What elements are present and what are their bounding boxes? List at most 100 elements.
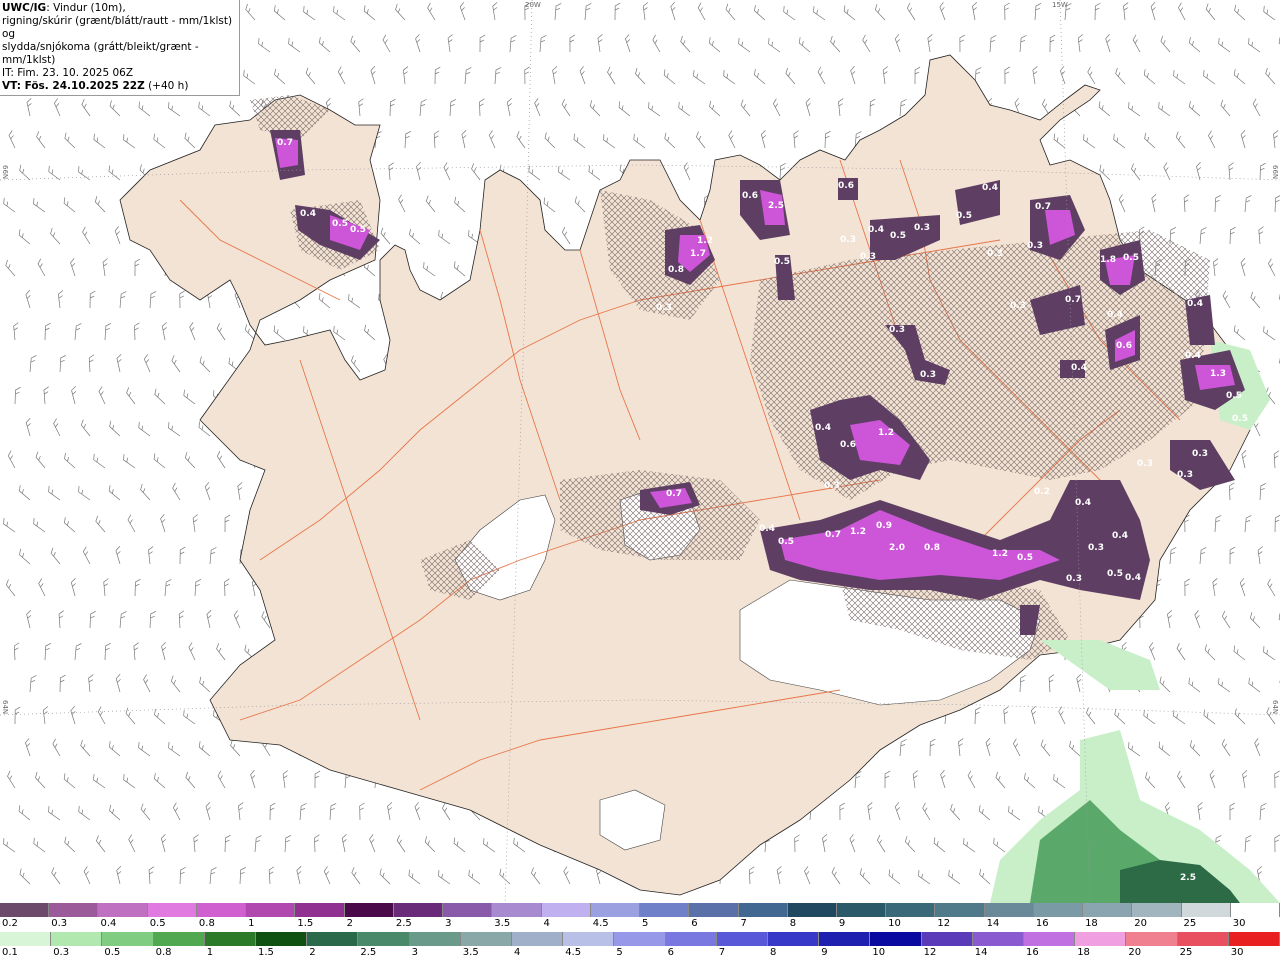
snow-scale-swatch [836, 903, 887, 917]
rain-scale-swatch [51, 932, 103, 946]
field-value-label: 1.2 [992, 549, 1008, 559]
field-value-label: 0.5 [1107, 569, 1123, 579]
field-value-label: 0.3 [860, 252, 876, 262]
rain-scale-label: 7 [718, 947, 726, 958]
field-value-label: 0.3 [1010, 301, 1026, 311]
rain-scale-swatch [512, 932, 564, 946]
rain-scale-label: 0.3 [53, 947, 70, 958]
header-desc-2: rigning/skúrir (grænt/blátt/rautt - mm/1… [2, 15, 233, 40]
snow-scale-swatch [787, 903, 837, 917]
snow-scale-label: 3.5 [494, 918, 511, 929]
rain-colorbar [0, 932, 1280, 946]
snow-scale-label: 2.5 [395, 918, 412, 929]
lon-label-15w: 15W [1052, 1, 1068, 9]
snow-scale-label: 1.5 [297, 918, 314, 929]
rain-scale-label: 5 [616, 947, 623, 958]
snow-scale-swatch [443, 903, 493, 917]
field-value-label: 0.5 [1123, 253, 1139, 263]
rain-scale-label: 0.5 [104, 947, 121, 958]
field-value-label: 0.5 [1017, 553, 1033, 563]
snow-colorbar-labels: 0.2 0.3 0.4 0.5 0.8 1 1.5 2 2.5 3 3.5 4 4.5 5 6 7 8 9 10 12… [0, 917, 1280, 931]
snow-scale-swatch [1033, 903, 1084, 917]
snow-scale-swatch [1132, 903, 1182, 917]
rain-scale-label: 16 [1026, 947, 1039, 958]
snow-scale-label: 0.8 [198, 918, 215, 929]
rain-scale-label: 4 [514, 947, 521, 958]
field-value-label: 0.7 [277, 138, 293, 148]
snow-scale-label: 6 [691, 918, 698, 929]
rain-scale-swatch [358, 932, 410, 946]
snow-scale-label: 14 [986, 918, 1000, 929]
field-value-label: 0.5 [1226, 391, 1242, 401]
lat-label-66n-left: 66N [1, 165, 9, 180]
snow-scale-swatch [541, 903, 591, 917]
valid-time: VT: Fös. 24.10.2025 22Z [2, 80, 145, 92]
snow-scale-swatch [196, 903, 247, 917]
field-value-label: 0.3 [656, 303, 672, 313]
rain-scale-label: 0.8 [155, 947, 172, 958]
rain-scale-label: 8 [770, 947, 777, 958]
field-value-label: 0.5 [956, 211, 972, 221]
field-value-label: 0.9 [876, 521, 892, 531]
snow-scale-label: 30 [1232, 918, 1246, 929]
snow-scale-label: 20 [1134, 918, 1148, 929]
snow-scale-label: 0.2 [2, 918, 18, 929]
snow-scale-label: 9 [838, 918, 846, 929]
weather-map: 0.70.40.50.50.62.51.21.70.80.50.30.60.30… [0, 0, 1280, 903]
field-value-label: 0.4 [868, 225, 884, 235]
field-value-label: 1.7 [690, 249, 706, 259]
field-value-label: 0.6 [838, 181, 854, 191]
snow-scale-swatch [1083, 903, 1133, 917]
rain-scale-swatch [819, 932, 871, 946]
rain-scale-swatch [665, 932, 717, 946]
initial-time: IT: Fim. 23. 10. 2025 06Z [2, 67, 134, 79]
rain-scale-label: 0.1 [2, 947, 18, 958]
field-value-label: 0.5 [890, 231, 906, 241]
field-value-label: 0.2 [1034, 487, 1050, 497]
lat-label-64n-left: 64N [1, 700, 9, 715]
snow-scale-label: 0.5 [149, 918, 166, 929]
rain-scale-label: 18 [1077, 947, 1090, 958]
field-value-label: 0.4 [1185, 351, 1201, 361]
field-value-label: 0.4 [1125, 573, 1141, 583]
rain-colorbar-labels: 0.1 0.3 0.5 0.8 1 1.5 2 2.5 3 3.5 4 4.5 5 6 7 8 9 10 12 14 1… [0, 946, 1280, 960]
rain-scale-swatch [0, 932, 52, 946]
snow-scale-swatch [246, 903, 296, 917]
rain-scale-label: 6 [667, 947, 674, 958]
field-value-label: 0.3 [1027, 241, 1043, 251]
rain-scale-swatch [204, 932, 257, 946]
field-value-label: 0.5 [1232, 414, 1248, 424]
field-value-label: 0.3 [1088, 543, 1104, 553]
snow-scale-label: 10 [888, 918, 901, 929]
snow-scale-label: 4 [543, 918, 550, 929]
snow-scale-label: 25 [1183, 918, 1197, 929]
field-value-label: 2.0 [889, 543, 905, 553]
map-header: UWC/IG: Vindur (10m), rigning/skúrir (gr… [0, 0, 240, 96]
rain-scale-label: 3.5 [462, 947, 479, 958]
snow-scale-swatch [640, 903, 690, 917]
field-value-label: 0.5 [332, 219, 348, 229]
field-value-label: 0.3 [889, 325, 905, 335]
rain-scale-label: 9 [821, 947, 828, 958]
rain-scale-label: 20 [1128, 947, 1142, 958]
model-name: UWC/IG [2, 2, 47, 14]
snow-scale-swatch [1230, 903, 1280, 917]
snow-scale-swatch [984, 903, 1034, 917]
field-value-label: 1.2 [878, 428, 894, 438]
forecast-offset: (+40 h) [148, 80, 189, 92]
snow-scale-swatch [935, 903, 985, 917]
snow-scale-label: 8 [789, 918, 797, 929]
rain-scale-swatch [614, 932, 666, 946]
field-value-label: 0.5 [350, 225, 366, 235]
field-value-label: 0.5 [774, 257, 790, 267]
snow-scale-swatch [590, 903, 641, 917]
rain-scale-swatch [716, 932, 769, 946]
rain-scale-swatch [870, 932, 922, 946]
rain-scale-swatch [972, 932, 1025, 946]
snow-scale-label: 4.5 [592, 918, 609, 929]
field-value-label: 0.4 [1107, 310, 1123, 320]
snow-scale-label: 7 [740, 918, 747, 929]
field-value-label: 2.5 [1180, 873, 1196, 883]
snow-scale-swatch [689, 903, 739, 917]
snow-scale-label: 12 [937, 918, 951, 929]
